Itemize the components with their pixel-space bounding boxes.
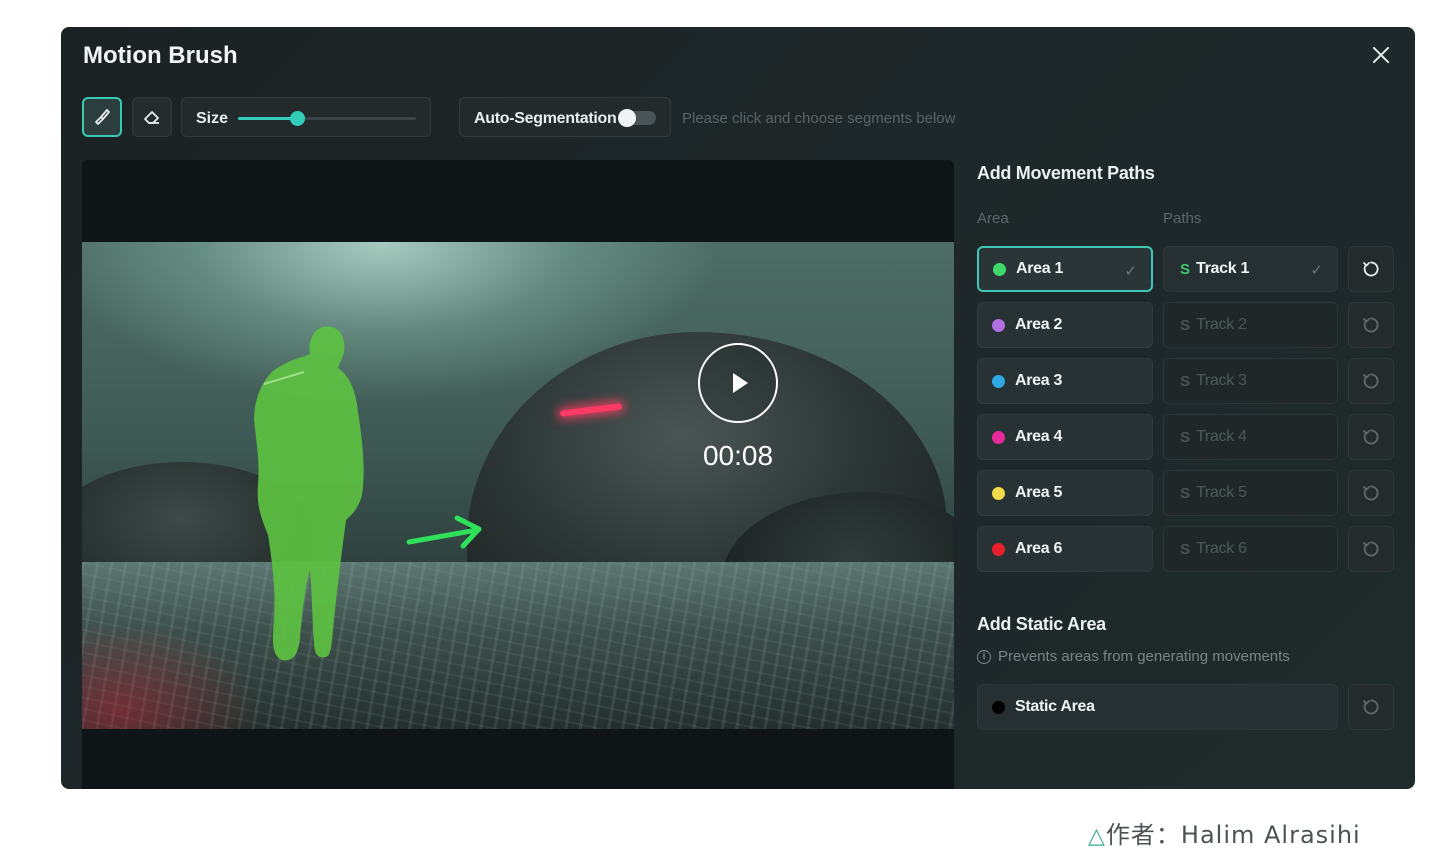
reset-icon bbox=[1363, 429, 1379, 445]
info-icon: i bbox=[977, 649, 991, 664]
check-icon: ✓ bbox=[1124, 263, 1137, 280]
area-button[interactable]: Area 1 ✓ bbox=[977, 246, 1153, 292]
close-icon[interactable] bbox=[1369, 43, 1393, 67]
track-button[interactable]: S Track 5 bbox=[1163, 470, 1338, 516]
area-color-dot bbox=[992, 486, 1005, 500]
eraser-icon bbox=[144, 111, 159, 124]
track-path-icon: S bbox=[1180, 372, 1191, 390]
paths-column-header: Paths bbox=[1163, 210, 1202, 227]
check-icon: ✓ bbox=[1310, 262, 1323, 279]
reset-icon bbox=[1363, 261, 1379, 277]
track-reset-button[interactable] bbox=[1348, 358, 1394, 404]
scene-red-haze bbox=[82, 622, 262, 729]
reset-icon bbox=[1363, 373, 1379, 389]
movement-paths-title: Add Movement Paths bbox=[977, 163, 1155, 183]
track-reset-button[interactable] bbox=[1348, 302, 1394, 348]
track-path-icon: S bbox=[1180, 428, 1191, 446]
credit-text: 作者：Halim Alrasihi bbox=[1105, 821, 1361, 849]
area-color-dot bbox=[992, 542, 1005, 556]
static-area-info: i Prevents areas from generating movemen… bbox=[977, 648, 1290, 665]
static-area-reset-button[interactable] bbox=[1348, 684, 1394, 730]
area-button[interactable]: Area 4 bbox=[977, 414, 1153, 460]
area-button[interactable]: Area 5 bbox=[977, 470, 1153, 516]
image-credit: △作者：Halim Alrasihi bbox=[1088, 815, 1361, 850]
auto-segmentation-toggle[interactable] bbox=[618, 109, 656, 127]
track-reset-button[interactable] bbox=[1348, 246, 1394, 292]
reset-icon bbox=[1363, 317, 1379, 333]
track-path-icon: S bbox=[1180, 316, 1191, 334]
reset-icon bbox=[1363, 541, 1379, 557]
painted-area-1-mask bbox=[254, 326, 364, 661]
track-reset-button[interactable] bbox=[1348, 414, 1394, 460]
reset-icon bbox=[1363, 485, 1379, 501]
size-label: Size bbox=[196, 110, 229, 127]
toggle-knob bbox=[618, 109, 636, 127]
segmentation-hint: Please click and choose segments below bbox=[682, 110, 956, 127]
video-preview[interactable]: 00:08 bbox=[82, 160, 954, 789]
track-label: Track 6 bbox=[1196, 540, 1247, 557]
static-area-button[interactable]: Static Area bbox=[977, 684, 1338, 730]
track-path-icon: S bbox=[1180, 540, 1191, 558]
video-frame bbox=[82, 242, 954, 729]
track-label: Track 4 bbox=[1196, 428, 1247, 445]
static-area-info-text: Prevents areas from generating movements bbox=[998, 648, 1290, 665]
area-label: Area 6 bbox=[1015, 540, 1063, 557]
track-button[interactable]: S Track 6 bbox=[1163, 526, 1338, 572]
track-button[interactable]: S Track 3 bbox=[1163, 358, 1338, 404]
auto-segmentation-control: Auto-Segmentation bbox=[459, 97, 671, 137]
area-column-header: Area bbox=[977, 210, 1009, 227]
play-button[interactable] bbox=[698, 343, 778, 423]
track-path-icon: S bbox=[1180, 260, 1191, 278]
brush-icon bbox=[95, 109, 110, 125]
size-slider-fill bbox=[238, 117, 297, 120]
area-label: Area 1 bbox=[1016, 260, 1064, 277]
eraser-tool-button[interactable] bbox=[132, 97, 172, 137]
area-button[interactable]: Area 6 bbox=[977, 526, 1153, 572]
area-label: Area 4 bbox=[1015, 428, 1063, 445]
area-color-dot bbox=[992, 318, 1005, 332]
video-timestamp: 00:08 bbox=[702, 440, 774, 471]
area-label: Area 3 bbox=[1015, 372, 1063, 389]
track-path-icon: S bbox=[1180, 484, 1191, 502]
track-label: Track 3 bbox=[1196, 372, 1247, 389]
motion-brush-dialog: Motion Brush Size Auto-Segmentation Plea… bbox=[61, 27, 1415, 789]
area-label: Area 2 bbox=[1015, 316, 1063, 333]
track-label: Track 5 bbox=[1196, 484, 1247, 501]
track-label: Track 1 bbox=[1196, 260, 1250, 277]
track-reset-button[interactable] bbox=[1348, 526, 1394, 572]
track-label: Track 2 bbox=[1196, 316, 1247, 333]
area-color-dot bbox=[993, 262, 1006, 276]
brush-size-control: Size bbox=[181, 97, 431, 137]
brush-tool-button[interactable] bbox=[82, 97, 122, 137]
track-button[interactable]: S Track 4 bbox=[1163, 414, 1338, 460]
reset-icon bbox=[1363, 699, 1379, 715]
static-area-label: Static Area bbox=[1015, 698, 1095, 715]
play-icon bbox=[733, 373, 748, 393]
area-button[interactable]: Area 3 bbox=[977, 358, 1153, 404]
area-button[interactable]: Area 2 bbox=[977, 302, 1153, 348]
track-button[interactable]: S Track 1 ✓ bbox=[1163, 246, 1338, 292]
area-color-dot bbox=[992, 430, 1005, 444]
size-slider[interactable] bbox=[238, 111, 416, 126]
auto-segmentation-label: Auto-Segmentation bbox=[474, 110, 617, 127]
static-area-color-dot bbox=[992, 700, 1005, 714]
area-color-dot bbox=[992, 374, 1005, 388]
size-slider-thumb[interactable] bbox=[289, 111, 305, 126]
credit-triangle: △ bbox=[1088, 824, 1106, 849]
track-button[interactable]: S Track 2 bbox=[1163, 302, 1338, 348]
track-reset-button[interactable] bbox=[1348, 470, 1394, 516]
area-label: Area 5 bbox=[1015, 484, 1063, 501]
static-area-title: Add Static Area bbox=[977, 614, 1106, 634]
dialog-title: Motion Brush bbox=[83, 42, 238, 69]
movement-path-arrow bbox=[406, 515, 482, 549]
